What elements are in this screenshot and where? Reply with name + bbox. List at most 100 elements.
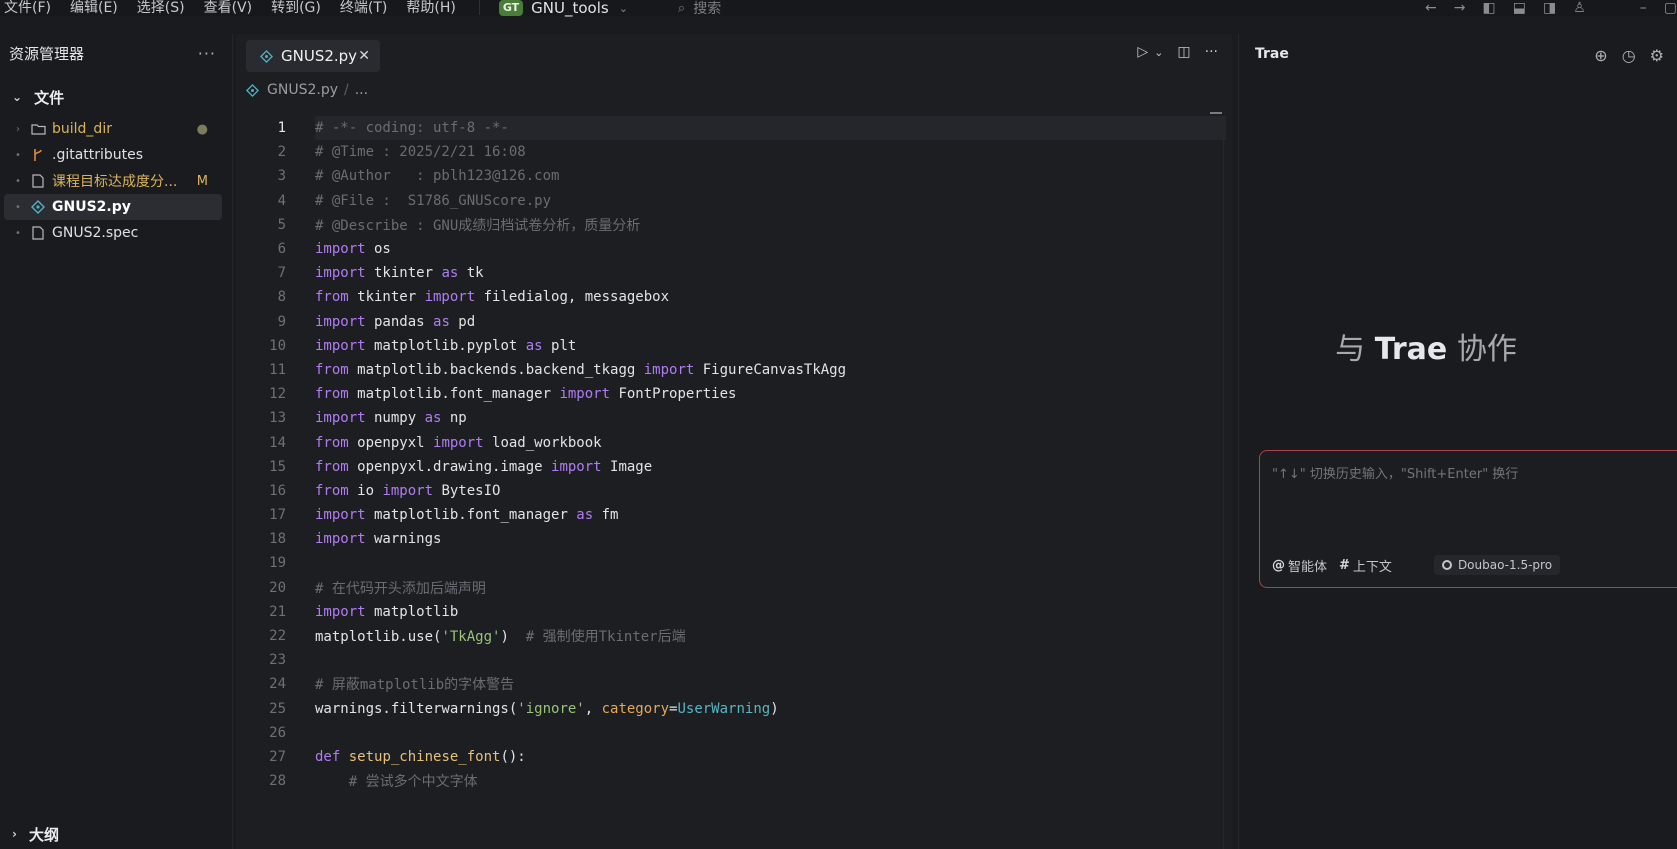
minimize-icon[interactable]: – (1640, 1, 1647, 15)
menu-edit[interactable]: 编辑(E) (70, 1, 118, 15)
code-line[interactable]: 3 # @Author : pblh123@126.com (236, 164, 1226, 188)
menu-file[interactable]: 文件(F) (4, 1, 51, 15)
line-number: 28 (269, 773, 286, 790)
history-icon[interactable]: ◷ (1622, 46, 1636, 65)
code-line[interactable]: 7 import tkinter as tk (236, 261, 1226, 285)
new-chat-icon[interactable]: ⊕ (1594, 46, 1607, 65)
code-token: import (315, 241, 366, 258)
code-line[interactable]: 12 from matplotlib.font_manager import Fo… (236, 382, 1226, 406)
at-icon: @ (1272, 557, 1285, 573)
code-line[interactable]: 15 from openpyxl.drawing.image import Ima… (236, 455, 1226, 479)
menu-view[interactable]: 查看(V) (204, 1, 253, 15)
settings-gear-icon[interactable]: ⚙ (1650, 46, 1664, 65)
code-line[interactable]: 27 def setup_chinese_font(): (236, 745, 1226, 769)
code-token: import (315, 531, 366, 548)
back-arrow-icon[interactable]: ← (1425, 1, 1437, 15)
line-number: 3 (277, 168, 286, 185)
code-token: def (315, 748, 341, 765)
code-line[interactable]: 16 from io import BytesIO (236, 479, 1226, 503)
agent-button[interactable]: @ 智能体 (1272, 556, 1327, 575)
workspace-switcher[interactable]: GT GNU_tools ⌄ (478, 0, 628, 17)
code-line[interactable]: 1 # -*- coding: utf-8 -*- (236, 116, 1226, 141)
code-token: import (315, 337, 366, 354)
code-text: from matplotlib.font_manager import Font… (315, 386, 736, 402)
code-line[interactable]: 21 import matplotlib (236, 600, 1226, 624)
context-button[interactable]: # 上下文 (1339, 556, 1392, 575)
command-search[interactable]: ⌕ 搜索 (678, 0, 721, 18)
outline-section-header[interactable]: › 大纲 (0, 819, 244, 849)
vertical-scrollbar[interactable] (1223, 116, 1224, 849)
code-line[interactable]: 26 (236, 721, 1226, 745)
tree-item-report[interactable]: • 课程目标达成度分... M (4, 168, 222, 194)
toggle-left-panel-icon[interactable]: ◧ (1483, 1, 1496, 15)
code-line[interactable]: 11 from matplotlib.backends.backend_tkagg… (236, 358, 1226, 382)
code-line[interactable]: 20 # 在代码开头添加后端声明 (236, 576, 1226, 600)
tree-item-gnus2-spec[interactable]: • GNUS2.spec (4, 220, 222, 246)
code-line[interactable]: 10 import matplotlib.pyplot as plt (236, 334, 1226, 358)
forward-arrow-icon[interactable]: → (1454, 1, 1466, 15)
code-line[interactable]: 19 (236, 551, 1226, 575)
collab-heading: 与 Trae 协作 (1239, 324, 1613, 368)
model-selector[interactable]: Doubao-1.5-pro (1433, 555, 1561, 575)
code-line[interactable]: 5 # @Describe : GNU成绩归档试卷分析，质量分析 (236, 213, 1226, 237)
menu-terminal[interactable]: 终端(T) (340, 1, 387, 15)
code-line[interactable]: 8 from tkinter import filedialog, message… (236, 285, 1226, 309)
code-line[interactable]: 4 # @File : S1786_GNUScore.py (236, 189, 1226, 213)
line-number: 5 (277, 216, 286, 233)
code-line[interactable]: 14 from openpyxl import load_workbook (236, 430, 1226, 454)
file-icon (30, 226, 46, 240)
code-text: # @File : S1786_GNUScore.py (315, 193, 551, 209)
code-editor[interactable]: 1 # -*- coding: utf-8 -*- 2 # @Time : 2025/… (236, 116, 1226, 849)
tree-item-gnus2-py[interactable]: • GNUS2.py (4, 194, 222, 220)
code-token: np (441, 410, 467, 427)
code-line[interactable]: 17 import matplotlib.font_manager as fm (236, 503, 1226, 527)
tree-item-build-dir[interactable]: › build_dir ● (4, 116, 222, 142)
code-line[interactable]: 22 matplotlib.use('TkAgg') # 强制使用Tkinter后… (236, 624, 1226, 648)
line-number: 7 (277, 265, 286, 282)
code-text: import os (315, 241, 391, 257)
breadcrumb-file[interactable]: GNUS2.py (267, 82, 338, 98)
toggle-right-panel-icon[interactable]: ◨ (1543, 1, 1556, 15)
breadcrumb-rest[interactable]: ... (355, 82, 368, 98)
tree-item-gitattributes[interactable]: • .gitattributes (4, 142, 222, 168)
code-line[interactable]: 28 # 尝试多个中文字体 (236, 769, 1226, 793)
menu-goto[interactable]: 转到(G) (271, 1, 321, 15)
code-token: os (365, 241, 391, 258)
menu-help[interactable]: 帮助(H) (406, 1, 455, 15)
chevron-down-icon[interactable]: ⌄ (1154, 46, 1163, 59)
breadcrumb: GNUS2.py / ... (236, 76, 1232, 104)
more-actions-icon[interactable]: ··· (198, 44, 216, 63)
menu-selection[interactable]: 选择(S) (137, 1, 185, 15)
code-line[interactable]: 25 warnings.filterwarnings('ignore', cate… (236, 697, 1226, 721)
account-icon[interactable]: ♙ (1573, 1, 1586, 15)
code-token: ) (500, 629, 526, 646)
chat-input[interactable] (1270, 461, 1674, 535)
run-icon[interactable]: ▷ (1137, 44, 1148, 60)
files-section-header[interactable]: ⌄ 文件 (0, 82, 232, 112)
menu-bar: 文件(F) 编辑(E) 选择(S) 查看(V) 转到(G) 终端(T) 帮助(H… (0, 0, 1677, 18)
code-line[interactable]: 6 import os (236, 237, 1226, 261)
code-line[interactable]: 9 import pandas as pd (236, 310, 1226, 334)
tab-gnus2-py[interactable]: GNUS2.py ✕ (246, 40, 380, 72)
model-icon (1441, 560, 1452, 570)
model-name: Doubao-1.5-pro (1457, 558, 1553, 572)
more-actions-icon[interactable]: ··· (1205, 44, 1218, 60)
code-token: filedialog, messagebox (475, 289, 670, 306)
code-line[interactable]: 23 (236, 648, 1226, 672)
close-icon[interactable]: ✕ (358, 48, 370, 64)
code-line[interactable]: 18 import warnings (236, 527, 1226, 551)
toggle-bottom-panel-icon[interactable]: ⬓ (1513, 1, 1526, 15)
code-token: matplotlib.backends.backend_tkagg (348, 361, 644, 378)
code-token: from (315, 458, 349, 475)
code-line[interactable]: 24 # 屏蔽matplotlib的字体警告 (236, 672, 1226, 696)
maximize-icon[interactable]: ▢ (1664, 1, 1677, 15)
tree-item-label: GNUS2.py (52, 199, 131, 215)
chevron-down-icon: ⌄ (618, 1, 628, 15)
code-line[interactable]: 2 # @Time : 2025/2/21 16:08 (236, 140, 1226, 164)
code-line[interactable]: 13 import numpy as np (236, 406, 1226, 430)
modified-dot: ● (196, 121, 208, 137)
python-file-icon (30, 200, 46, 214)
code-token: fm (593, 507, 619, 524)
code-token: import (559, 386, 611, 403)
split-editor-icon[interactable]: ◫ (1177, 44, 1190, 60)
